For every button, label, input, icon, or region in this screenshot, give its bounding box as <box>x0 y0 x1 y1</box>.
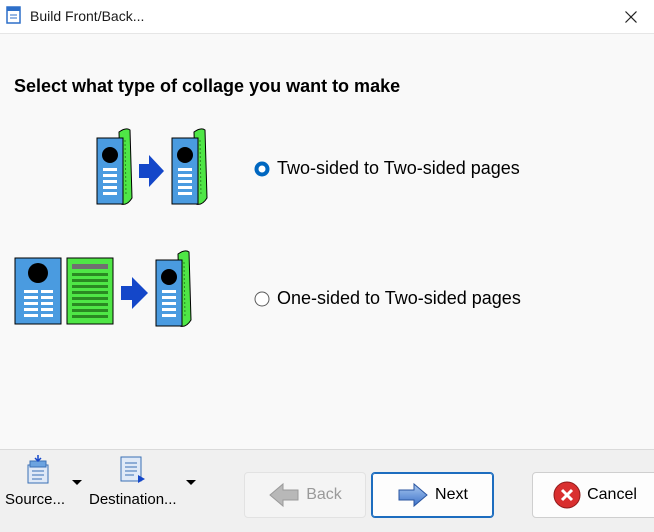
destination-button[interactable]: Destination... <box>86 452 198 512</box>
one-sided-to-two-sided-illustration <box>14 250 192 327</box>
source-icon <box>27 455 49 484</box>
radio-unselected[interactable] <box>254 291 270 307</box>
next-label: Next <box>435 486 468 503</box>
close-icon <box>625 10 637 23</box>
two-sided-page-icon <box>155 250 192 327</box>
chevron-down-icon[interactable] <box>72 480 82 485</box>
cancel-button[interactable]: Cancel <box>532 472 654 518</box>
cancel-icon <box>553 481 581 509</box>
source-button[interactable]: Source... <box>0 452 86 512</box>
two-sided-to-two-sided-illustration <box>96 128 208 205</box>
page-heading: Select what type of collage you want to … <box>14 76 401 96</box>
option-one-sided[interactable]: One-sided to Two-sided pages <box>254 288 521 309</box>
arrow-right-icon <box>398 482 428 508</box>
two-sided-page-icon <box>96 128 133 205</box>
close-button[interactable] <box>608 0 654 33</box>
one-sided-back-page-icon <box>66 257 114 325</box>
arrow-left-icon <box>269 482 299 508</box>
back-button[interactable]: Back <box>244 472 366 518</box>
next-button[interactable]: Next <box>371 472 494 518</box>
option-label: Two-sided to Two-sided pages <box>277 158 520 178</box>
cancel-label: Cancel <box>587 486 637 503</box>
window-title: Build Front/Back... <box>30 8 145 24</box>
one-sided-front-page-icon <box>14 257 62 325</box>
chevron-down-icon[interactable] <box>186 480 196 485</box>
destination-label: Destination... <box>89 491 177 508</box>
title-bar: Build Front/Back... <box>0 0 654 34</box>
back-label: Back <box>306 486 342 503</box>
destination-icon <box>120 456 145 483</box>
radio-selected[interactable] <box>254 161 270 177</box>
option-label: One-sided to Two-sided pages <box>277 288 521 308</box>
two-sided-page-icon <box>171 128 208 205</box>
arrow-right-icon <box>139 155 164 187</box>
arrow-right-icon <box>121 277 148 309</box>
document-icon <box>6 6 21 24</box>
source-label: Source... <box>5 491 66 508</box>
option-two-sided[interactable]: Two-sided to Two-sided pages <box>254 158 520 179</box>
